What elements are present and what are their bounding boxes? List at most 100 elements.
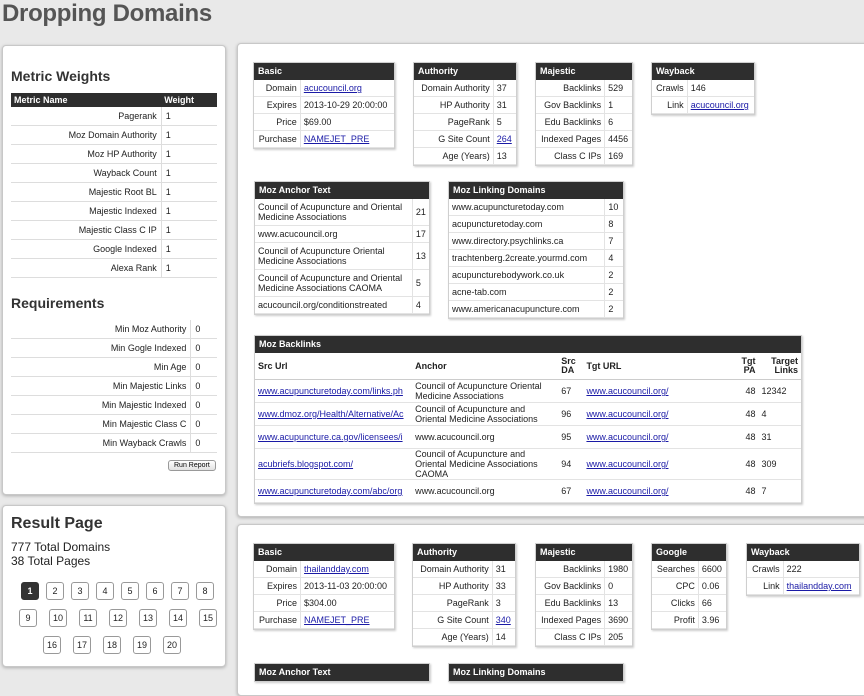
requirement-row: Min Moz Authority 0 [11, 320, 217, 339]
authority-box-1: Authority Domain Authority 37 HP Authority… [413, 62, 517, 166]
metric-weight-input[interactable]: 1 [161, 163, 217, 183]
backlink-url[interactable]: www.acucouncil.org/ [583, 402, 730, 426]
run-report-button[interactable]: Run Report [168, 460, 216, 471]
stat-value: 1980 [604, 561, 632, 578]
metric-weight-input[interactable]: 1 [161, 125, 217, 145]
backlink-url[interactable]: acubriefs.blogspot.com/ [255, 448, 413, 480]
requirements-table: Min Moz Authority 0 Min Gogle Indexed 0 Min … [11, 320, 217, 453]
requirement-row: Min Majestic Class C0 [11, 414, 217, 434]
backlink-row: acubriefs.blogspot.com/Council of Acupun… [255, 448, 801, 480]
metric-name: Majestic Class C IP [11, 220, 162, 240]
requirement-input[interactable]: 0 [190, 433, 217, 453]
stat-label: Gov Backlinks [536, 577, 606, 595]
page-link-10[interactable]: 10 [49, 609, 67, 627]
requirement-name: Min Gogle Indexed [11, 338, 192, 358]
majestic-box-1: Majestic Backlinks 529 Gov Backlinks 1 Edu B… [535, 62, 633, 166]
page-link-1[interactable]: 1 [21, 582, 39, 600]
backlink-url[interactable]: www.acupuncture.ca.gov/licensees/i [255, 425, 413, 449]
page-link-4[interactable]: 4 [96, 582, 114, 600]
linking-header: Moz Linking Domains [449, 182, 623, 199]
backlink-url[interactable]: www.acupuncturetoday.com/abc/org [255, 479, 413, 503]
list-item: www.acupuncturetoday.com 10 [449, 199, 623, 216]
stat-link[interactable]: thailandday.com [783, 577, 859, 595]
page-link-20[interactable]: 20 [163, 636, 181, 654]
page-link-18[interactable]: 18 [103, 636, 121, 654]
metric-weight-input[interactable]: 1 [161, 239, 217, 259]
page-link-9[interactable]: 9 [19, 609, 37, 627]
backlink-url[interactable]: www.acupuncturetoday.com/links.ph [255, 379, 413, 403]
metric-name: Majestic Root BL [11, 182, 162, 202]
stat-row: Searches 6600 [652, 561, 726, 578]
backlink-cell: 4 [758, 402, 801, 426]
stat-row: Price $69.00 [254, 113, 394, 131]
metric-weight-row: Wayback Count 1 [11, 163, 217, 183]
stat-value: 5 [493, 113, 516, 131]
backlinks-header-row: Src Url Anchor Src DA Tgt URL Tgt PA Target L… [255, 353, 801, 380]
page-link-3[interactable]: 3 [71, 582, 89, 600]
page-link-8[interactable]: 8 [196, 582, 214, 600]
metric-weight-input[interactable]: 1 [161, 107, 217, 126]
metric-weight-input[interactable]: 1 [161, 258, 217, 278]
page-link-16[interactable]: 16 [43, 636, 61, 654]
total-pages: 38 Total Pages [11, 554, 91, 568]
requirement-input[interactable]: 0 [190, 357, 217, 377]
metric-weight-input[interactable]: 1 [161, 201, 217, 221]
stat-link[interactable]: 264 [493, 130, 516, 148]
backlink-url[interactable]: www.dmoz.org/Health/Alternative/Ac [255, 402, 413, 426]
stat-row: Expires 2013-10-29 20:00:00 [254, 96, 394, 114]
stat-label: Expires [254, 96, 301, 114]
stat-row: Domain Authority 37 [414, 80, 516, 97]
backlinks-col-header: Tgt URL [583, 353, 730, 380]
backlink-url[interactable]: www.acucouncil.org/ [583, 448, 730, 480]
page-link-6[interactable]: 6 [146, 582, 164, 600]
page-link-15[interactable]: 15 [199, 609, 217, 627]
page-link-5[interactable]: 5 [121, 582, 139, 600]
stat-label: PageRank [413, 594, 493, 612]
backlink-cell: www.acucouncil.org [412, 425, 559, 449]
page-link-17[interactable]: 17 [73, 636, 91, 654]
backlink-cell: 12342 [758, 379, 801, 403]
stat-link[interactable]: 340 [492, 611, 515, 629]
backlink-url[interactable]: www.acucouncil.org/ [583, 479, 730, 503]
backlink-url[interactable]: www.acucouncil.org/ [583, 379, 730, 403]
backlink-cell: 67 [558, 479, 584, 503]
stat-link[interactable]: acucouncil.org [300, 80, 394, 97]
stat-link[interactable]: thailandday.com [300, 561, 394, 578]
list-item-count: 7 [604, 232, 623, 250]
stat-link[interactable]: NAMEJET_PRE [300, 611, 394, 629]
backlink-url[interactable]: www.acucouncil.org/ [583, 425, 730, 449]
stat-row: Purchase NAMEJET_PRE [254, 130, 394, 148]
linking-header: Moz Linking Domains [449, 664, 623, 681]
stat-row: Indexed Pages 3690 [536, 611, 632, 629]
stat-link[interactable]: acucouncil.org [687, 96, 754, 114]
backlink-cell: Council of Acupuncture and Oriental Medi… [412, 402, 559, 426]
basic-box-1: Basic Domain acucouncil.org Expires 2013-10… [253, 62, 395, 149]
metric-weight-input[interactable]: 1 [161, 220, 217, 240]
requirement-input[interactable]: 0 [190, 376, 217, 396]
stat-value: 2013-10-29 20:00:00 [300, 96, 394, 114]
metric-weight-input[interactable]: 1 [161, 182, 217, 202]
metric-weight-row: Pagerank 1 [11, 107, 217, 126]
stat-label: Age (Years) [413, 628, 493, 646]
requirement-input[interactable]: 0 [190, 395, 217, 415]
backlink-row: www.dmoz.org/Health/Alternative/Ac Counci… [255, 402, 801, 426]
page-link-13[interactable]: 13 [139, 609, 157, 627]
requirement-input[interactable]: 0 [190, 338, 217, 358]
metric-weight-input[interactable]: 1 [161, 144, 217, 164]
page-link-2[interactable]: 2 [46, 582, 64, 600]
requirement-input[interactable]: 0 [190, 320, 217, 339]
basic-header: Basic [254, 63, 394, 80]
requirement-input[interactable]: 0 [190, 414, 217, 434]
page-link-19[interactable]: 19 [133, 636, 151, 654]
metric-weights-heading: Metric Weights [11, 68, 111, 84]
list-item-text: www.americanacupuncture.com [449, 300, 605, 318]
page-link-7[interactable]: 7 [171, 582, 189, 600]
stat-value: 2013-11-03 20:00:00 [300, 577, 394, 595]
backlink-cell: 31 [758, 425, 801, 449]
google-box-2: Google Searches 6600 CPC 0.06 Clicks 66 Profit… [651, 543, 727, 630]
stat-link[interactable]: NAMEJET_PRE [300, 130, 394, 148]
page-link-11[interactable]: 11 [79, 609, 97, 627]
page-link-12[interactable]: 12 [109, 609, 127, 627]
stat-label: HP Authority [414, 96, 494, 114]
page-link-14[interactable]: 14 [169, 609, 187, 627]
